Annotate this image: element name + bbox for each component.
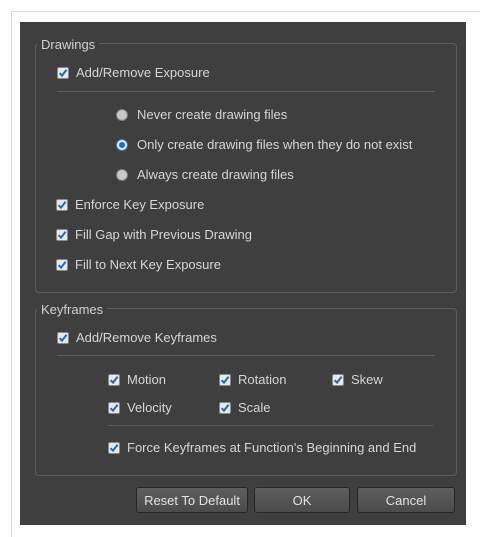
radio-always-create-label: Always create drawing files [137,167,294,182]
exposure-preferences-dialog: Drawings Add/Remove Exposure Never creat… [20,22,466,525]
add-remove-keyframes-checkbox[interactable]: Add/Remove Keyframes [57,330,217,346]
scale-label: Scale [238,400,271,415]
checkbox-checked-icon[interactable] [57,67,69,79]
keyframes-inner-separator [108,425,433,426]
enforce-key-exposure-checkbox[interactable]: Enforce Key Exposure [56,197,204,213]
motion-checkbox[interactable]: Motion [108,372,166,388]
checkbox-checked-icon[interactable] [219,402,231,414]
radio-never-create[interactable]: Never create drawing files [116,107,287,123]
velocity-label: Velocity [127,400,172,415]
radio-always-create[interactable]: Always create drawing files [116,167,294,183]
motion-label: Motion [127,372,167,387]
reset-to-default-button[interactable]: Reset To Default [136,487,248,513]
checkbox-checked-icon[interactable] [56,229,68,241]
keyframes-separator [57,355,435,356]
drawings-legend: Drawings [37,37,100,52]
skew-label: Skew [351,372,383,387]
force-keyframes-checkbox[interactable]: Force Keyframes at Function's Beginning … [108,440,416,456]
radio-never-create-label: Never create drawing files [137,107,288,122]
add-remove-exposure-label: Add/Remove Exposure [76,65,210,80]
rotation-label: Rotation [238,372,287,387]
checkbox-checked-icon[interactable] [108,402,120,414]
radio-selected-icon[interactable] [116,139,128,151]
skew-checkbox[interactable]: Skew [332,372,383,388]
checkbox-checked-icon[interactable] [332,374,344,386]
keyframes-legend: Keyframes [37,302,108,317]
checkbox-checked-icon[interactable] [56,259,68,271]
radio-unselected-icon[interactable] [116,169,128,181]
add-remove-exposure-checkbox[interactable]: Add/Remove Exposure [57,65,210,81]
rotation-checkbox[interactable]: Rotation [219,372,286,388]
scale-checkbox[interactable]: Scale [219,400,271,416]
ok-button[interactable]: OK [254,487,350,513]
enforce-key-exposure-label: Enforce Key Exposure [75,197,205,212]
frame-top-line [11,11,480,12]
velocity-checkbox[interactable]: Velocity [108,400,172,416]
fill-next-key-checkbox[interactable]: Fill to Next Key Exposure [56,257,221,273]
radio-only-create[interactable]: Only create drawing files when they do n… [116,137,412,153]
fill-gap-label: Fill Gap with Previous Drawing [75,227,253,242]
fill-gap-checkbox[interactable]: Fill Gap with Previous Drawing [56,227,252,243]
radio-unselected-icon[interactable] [116,109,128,121]
fill-next-key-label: Fill to Next Key Exposure [75,257,221,272]
drawings-separator [57,91,435,92]
checkbox-checked-icon[interactable] [56,199,68,211]
checkbox-checked-icon[interactable] [108,374,120,386]
radio-only-create-label: Only create drawing files when they do n… [137,137,413,152]
checkbox-checked-icon[interactable] [57,332,69,344]
cancel-button[interactable]: Cancel [357,487,455,513]
frame-left-line [11,11,12,537]
force-keyframes-label: Force Keyframes at Function's Beginning … [127,440,417,455]
checkbox-checked-icon[interactable] [108,442,120,454]
checkbox-checked-icon[interactable] [219,374,231,386]
add-remove-keyframes-label: Add/Remove Keyframes [76,330,217,345]
